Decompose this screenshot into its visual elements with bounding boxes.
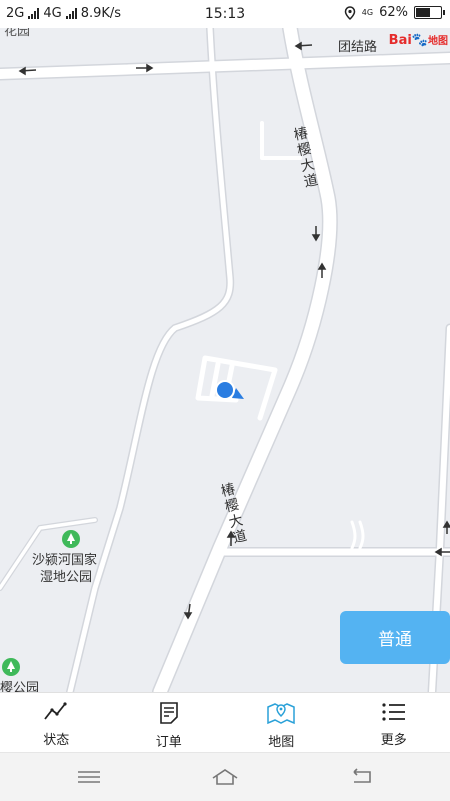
top-road-label: 团结路 <box>338 36 377 55</box>
back-icon[interactable] <box>346 765 376 789</box>
baidu-logo-text: Bai <box>389 33 412 48</box>
list-icon <box>381 701 407 723</box>
current-location-dot <box>216 381 234 399</box>
status-right: 4G 62% <box>344 5 442 20</box>
tab-orders[interactable]: 订单 <box>113 693 226 753</box>
paw-icon: 🐾 <box>412 33 428 48</box>
line-chart-icon <box>43 701 69 723</box>
location-pin-icon <box>344 6 356 20</box>
tab-map-label: 地图 <box>268 731 294 750</box>
map-roads <box>0 28 450 692</box>
battery-percent: 62% <box>379 5 408 20</box>
tab-more[interactable]: 更多 <box>338 693 450 753</box>
upper-left-place-label: 花园 <box>4 28 30 39</box>
map-view[interactable]: 团结路 花园 Bai🐾地图 椿樱大道 椿樱大道 沙颍河国家 湿地公园 樱公园 <box>0 28 450 692</box>
system-nav-bar <box>0 752 450 801</box>
bottom-tab-bar: 状态 订单 地图 更多 <box>0 692 450 753</box>
tab-orders-label: 订单 <box>156 731 182 750</box>
park-name-line2: 湿地公园 <box>40 566 92 585</box>
tab-status-label: 状态 <box>43 729 69 748</box>
baidu-logo-suffix: 地图 <box>428 36 448 47</box>
tab-more-label: 更多 <box>381 729 407 748</box>
battery-icon <box>414 6 442 19</box>
network-type-4g-small: 4G <box>362 8 373 17</box>
baidu-map-logo: Bai🐾地图 <box>389 32 448 48</box>
park-icon-2 <box>2 658 20 676</box>
document-icon <box>158 701 180 725</box>
home-icon[interactable] <box>210 765 240 789</box>
park-icon <box>62 530 80 548</box>
tab-status[interactable]: 状态 <box>0 693 113 753</box>
map-icon <box>266 701 296 725</box>
normal-mode-button[interactable]: 普通 <box>340 611 450 664</box>
menu-icon[interactable] <box>74 765 104 789</box>
lower-left-park-label: 樱公园 <box>0 677 39 692</box>
status-bar: 2G 4G 8.9K/s 15:13 4G 62% <box>0 0 450 28</box>
tab-map[interactable]: 地图 <box>225 693 338 753</box>
